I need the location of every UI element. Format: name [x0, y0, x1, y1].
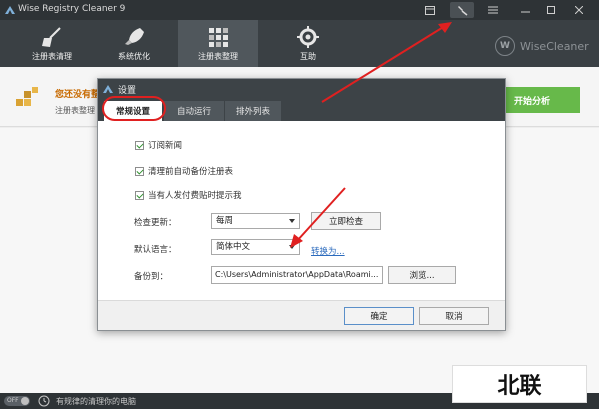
- brand-logo-icon: W: [495, 36, 515, 56]
- brand-name: WiseCleaner: [520, 39, 589, 53]
- banner-subtitle: 注册表整理: [55, 106, 95, 115]
- backup-path-input[interactable]: C:\Users\Administrator\AppData\Roami...: [211, 266, 383, 284]
- update-frequency-select[interactable]: 每周: [211, 213, 300, 229]
- backup-to-label: 备份到：: [134, 272, 169, 282]
- tool-registry-defrag[interactable]: 注册表整理: [178, 20, 258, 67]
- subscribe-news-option[interactable]: 订阅新闻: [135, 139, 182, 151]
- language-select[interactable]: 简体中文: [211, 239, 300, 255]
- skin-icon[interactable]: [418, 2, 442, 18]
- ok-button[interactable]: 确定: [344, 307, 414, 325]
- tab-exclusions[interactable]: 排外列表: [225, 101, 281, 121]
- gear-icon: [297, 26, 319, 48]
- tool-registry-clean[interactable]: 注册表清理: [12, 20, 92, 67]
- cancel-button[interactable]: 取消: [419, 307, 489, 325]
- app-logo-icon: [5, 6, 15, 14]
- paid-post-notify-option[interactable]: 当有人发付费贴时提示我: [135, 189, 242, 201]
- close-icon[interactable]: [567, 2, 591, 18]
- dialog-title: 设置: [118, 86, 137, 96]
- app-logo-icon: [103, 85, 113, 93]
- annotation-ring: [102, 96, 166, 121]
- subscribe-news-checkbox[interactable]: [135, 140, 144, 150]
- paid-post-notify-checkbox[interactable]: [135, 190, 144, 200]
- clock-icon: [38, 395, 50, 407]
- backup-before-clean-option[interactable]: 清理前自动备份注册表: [135, 165, 233, 177]
- check-now-button[interactable]: 立即检查: [311, 212, 381, 230]
- broom-icon: [42, 27, 61, 47]
- tool-help[interactable]: 互助: [268, 20, 348, 67]
- status-text: 有规律的清理你的电脑: [56, 397, 136, 406]
- dialog-title-bar: 设置: [98, 79, 505, 99]
- registry-blocks-icon: [16, 87, 38, 106]
- title-bar: Wise Registry Cleaner 9: [0, 0, 599, 20]
- chevron-down-icon: [289, 219, 295, 223]
- minimize-icon[interactable]: [513, 2, 537, 18]
- menu-icon[interactable]: [481, 2, 505, 18]
- convert-link[interactable]: 转换为...: [311, 245, 345, 257]
- tab-startup[interactable]: 自动运行: [164, 101, 224, 121]
- tool-system-optimize[interactable]: 系统优化: [94, 20, 174, 67]
- rocket-icon: [125, 28, 144, 45]
- maximize-icon[interactable]: [539, 2, 563, 18]
- check-update-label: 检查更新：: [134, 218, 177, 228]
- banner-title: 您还没有整: [55, 90, 101, 100]
- hammer-icon[interactable]: [450, 2, 474, 18]
- auto-clean-toggle[interactable]: OFF: [4, 396, 30, 406]
- browse-button[interactable]: 浏览...: [388, 266, 456, 284]
- default-language-label: 默认语言：: [134, 245, 177, 255]
- watermark-logo: 北联: [452, 365, 587, 403]
- backup-before-clean-checkbox[interactable]: [135, 166, 144, 176]
- grid-icon: [209, 28, 228, 47]
- brand-logo: W WiseCleaner: [495, 35, 589, 57]
- window-title: Wise Registry Cleaner 9: [18, 4, 126, 14]
- chevron-down-icon: [289, 245, 295, 249]
